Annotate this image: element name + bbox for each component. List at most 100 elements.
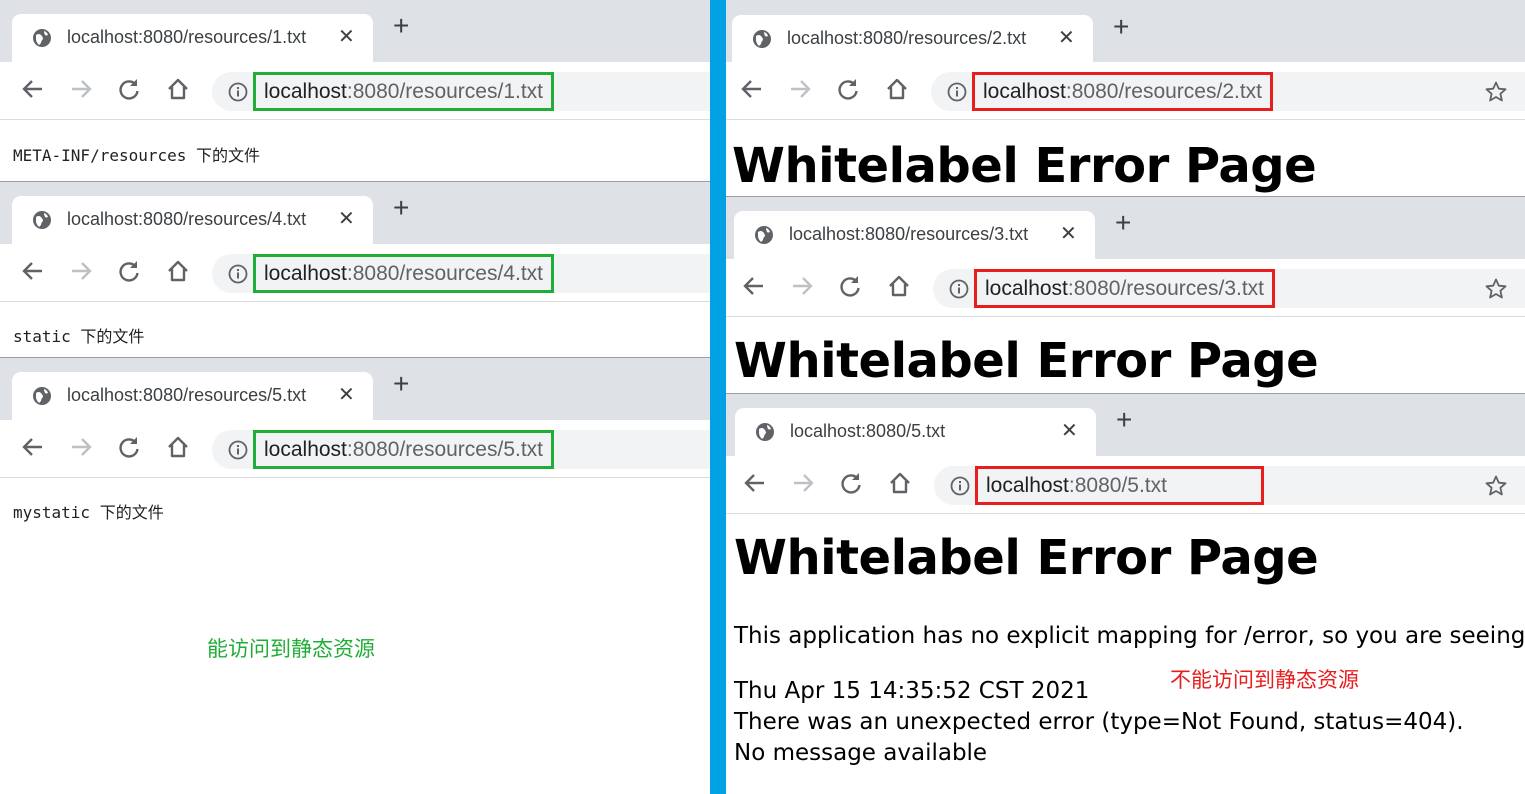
error-timestamp: Thu Apr 15 14:35:52 CST 2021 — [734, 678, 1090, 704]
plus-icon[interactable]: + — [1116, 406, 1132, 434]
home-icon[interactable] — [886, 273, 912, 299]
reload-icon[interactable] — [116, 434, 142, 460]
arrow-right-icon[interactable] — [787, 76, 813, 102]
address-bar[interactable]: localhost:8080/resources/1.txt — [212, 72, 710, 111]
arrow-left-icon[interactable] — [742, 470, 768, 496]
plus-icon[interactable]: + — [393, 12, 409, 40]
url-highlight: localhost:8080/5.txt — [975, 466, 1264, 505]
browser-tab[interactable]: localhost:8080/resources/3.txt ✕ — [734, 211, 1095, 259]
browser-tab[interactable]: localhost:8080/5.txt ✕ — [735, 408, 1096, 456]
close-icon[interactable]: ✕ — [1058, 25, 1075, 50]
error-message: This application has no explicit mapping… — [734, 623, 1525, 649]
address-bar[interactable]: localhost:8080/resources/3.txt — [933, 269, 1525, 308]
address-bar[interactable]: localhost:8080/resources/2.txt — [931, 72, 1525, 111]
tab-strip: localhost:8080/resources/3.txt ✕ + — [726, 197, 1525, 259]
error-heading: Whitelabel Error Page — [732, 138, 1317, 194]
arrow-left-icon[interactable] — [20, 434, 46, 460]
browser-tab[interactable]: localhost:8080/resources/4.txt ✕ — [12, 196, 373, 244]
url-highlight: localhost:8080/resources/2.txt — [972, 72, 1273, 111]
browser-window-2: localhost:8080/resources/4.txt ✕ + local… — [0, 181, 710, 357]
close-icon[interactable]: ✕ — [338, 24, 355, 49]
error-detail: No message available — [734, 740, 988, 766]
browser-toolbar: localhost:8080/5.txt — [726, 456, 1525, 514]
info-icon[interactable] — [228, 82, 248, 102]
plus-icon[interactable]: + — [393, 194, 409, 222]
plus-icon[interactable]: + — [1115, 209, 1131, 237]
url-text[interactable]: localhost:8080/resources/5.txt — [264, 438, 543, 461]
arrow-left-icon[interactable] — [741, 273, 767, 299]
close-icon[interactable]: ✕ — [1060, 221, 1077, 246]
page-content: Whitelabel Error Page This application h… — [726, 514, 1525, 794]
star-icon[interactable] — [1484, 80, 1508, 104]
browser-tab[interactable]: localhost:8080/resources/1.txt ✕ — [12, 14, 373, 62]
annotation-inaccessible: 不能访问到静态资源 — [1170, 669, 1359, 692]
url-highlight: localhost:8080/resources/1.txt — [253, 72, 554, 111]
arrow-right-icon[interactable] — [68, 434, 94, 460]
address-bar[interactable]: localhost:8080/5.txt — [934, 466, 1525, 505]
reload-icon[interactable] — [837, 273, 863, 299]
url-text[interactable]: localhost:8080/resources/1.txt — [264, 80, 543, 103]
error-heading: Whitelabel Error Page — [734, 333, 1319, 389]
star-icon[interactable] — [1484, 277, 1508, 301]
address-bar[interactable]: localhost:8080/resources/5.txt — [212, 430, 710, 469]
annotation-accessible: 能访问到静态资源 — [207, 638, 375, 661]
plus-icon[interactable]: + — [1113, 13, 1129, 41]
globe-icon — [752, 29, 772, 49]
close-icon[interactable]: ✕ — [1061, 418, 1078, 443]
reload-icon[interactable] — [116, 258, 142, 284]
home-icon[interactable] — [165, 76, 191, 102]
info-icon[interactable] — [950, 476, 970, 496]
address-bar[interactable]: localhost:8080/resources/4.txt — [212, 254, 710, 293]
page-text: META-INF/resources 下的文件 — [13, 146, 261, 165]
tab-title: localhost:8080/resources/4.txt — [67, 209, 307, 229]
reload-icon[interactable] — [838, 470, 864, 496]
page-text: mystatic 下的文件 — [13, 503, 164, 522]
url-text[interactable]: localhost:8080/resources/3.txt — [985, 277, 1264, 300]
info-icon[interactable] — [949, 279, 969, 299]
info-icon[interactable] — [947, 82, 967, 102]
page-content: Whitelabel Error Page — [726, 317, 1525, 393]
arrow-right-icon[interactable] — [790, 470, 816, 496]
browser-window-1: localhost:8080/resources/1.txt ✕ + local… — [0, 0, 710, 181]
reload-icon[interactable] — [116, 76, 142, 102]
home-icon[interactable] — [165, 434, 191, 460]
arrow-left-icon[interactable] — [739, 76, 765, 102]
browser-toolbar: localhost:8080/resources/3.txt — [726, 259, 1525, 317]
browser-toolbar: localhost:8080/resources/5.txt — [0, 420, 710, 478]
tab-title: localhost:8080/resources/1.txt — [67, 27, 307, 47]
close-icon[interactable]: ✕ — [338, 206, 355, 231]
info-icon[interactable] — [228, 264, 248, 284]
arrow-left-icon[interactable] — [20, 76, 46, 102]
tab-strip: localhost:8080/resources/2.txt ✕ + — [726, 0, 1525, 63]
plus-icon[interactable]: + — [393, 370, 409, 398]
home-icon[interactable] — [887, 470, 913, 496]
star-icon[interactable] — [1484, 474, 1508, 498]
home-icon[interactable] — [884, 76, 910, 102]
reload-icon[interactable] — [835, 76, 861, 102]
browser-window-b: localhost:8080/resources/3.txt ✕ + local… — [726, 196, 1525, 393]
home-icon[interactable] — [165, 258, 191, 284]
close-icon[interactable]: ✕ — [338, 382, 355, 407]
globe-icon — [32, 210, 52, 230]
arrow-right-icon[interactable] — [68, 258, 94, 284]
tab-title: localhost:8080/resources/3.txt — [789, 224, 1029, 244]
url-text[interactable]: localhost:8080/resources/4.txt — [264, 262, 543, 285]
browser-tab[interactable]: localhost:8080/resources/5.txt ✕ — [12, 372, 373, 420]
page-content: META-INF/resources 下的文件 — [0, 120, 710, 181]
arrow-left-icon[interactable] — [20, 258, 46, 284]
url-highlight: localhost:8080/resources/4.txt — [253, 254, 554, 293]
arrow-right-icon[interactable] — [789, 273, 815, 299]
info-icon[interactable] — [228, 440, 248, 460]
tab-strip: localhost:8080/resources/1.txt ✕ + — [0, 0, 710, 62]
url-text[interactable]: localhost:8080/5.txt — [986, 474, 1167, 497]
browser-window-3: localhost:8080/resources/5.txt ✕ + local… — [0, 357, 710, 794]
url-text[interactable]: localhost:8080/resources/2.txt — [983, 80, 1262, 103]
globe-icon — [32, 28, 52, 48]
tab-title: localhost:8080/resources/5.txt — [67, 385, 307, 405]
browser-window-a: localhost:8080/resources/2.txt ✕ + local… — [726, 0, 1525, 196]
page-content: static 下的文件 — [0, 302, 710, 357]
tab-strip: localhost:8080/resources/4.txt ✕ + — [0, 182, 710, 244]
browser-tab[interactable]: localhost:8080/resources/2.txt ✕ — [732, 15, 1093, 63]
arrow-right-icon[interactable] — [68, 76, 94, 102]
browser-toolbar: localhost:8080/resources/4.txt — [0, 244, 710, 302]
